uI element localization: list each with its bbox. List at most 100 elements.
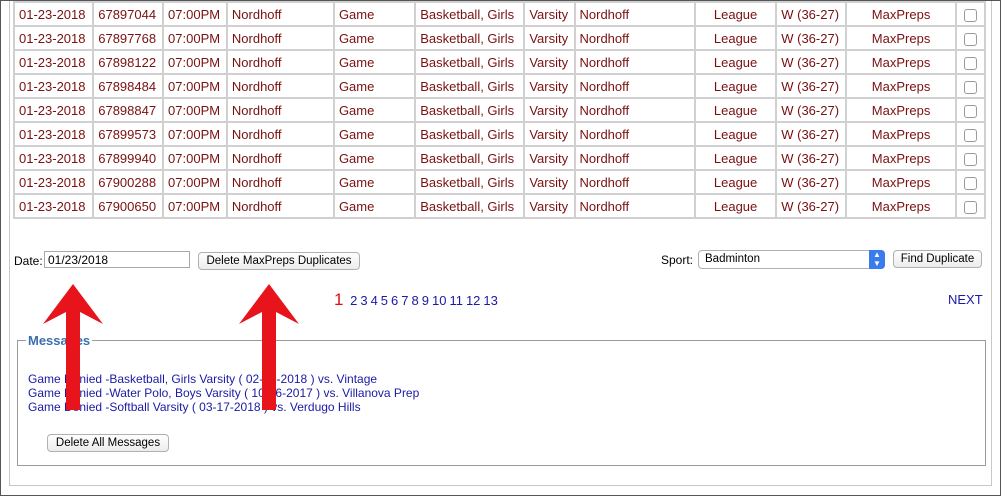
table-row: 01-23-2018 67899940 07:00PM Nordhoff Game Bas…	[15, 147, 984, 169]
table-row: 01-23-2018 67897768 07:00PM Nordhoff Game Bas…	[15, 27, 984, 49]
cell-game-id: 67897768	[94, 27, 163, 49]
cell-opponent: Nordhoff	[575, 123, 694, 145]
cell-result: W (36-27)	[777, 171, 845, 193]
cell-type: Game	[334, 195, 415, 217]
cell-time: 07:00PM	[164, 75, 226, 97]
cell-result: W (36-27)	[777, 147, 845, 169]
table-row: 01-23-2018 67900650 07:00PM Nordhoff Game Bas…	[15, 195, 984, 217]
cell-result: W (36-27)	[777, 27, 845, 49]
delete-all-messages-button[interactable]: Delete All Messages	[47, 434, 169, 452]
cell-result: W (36-27)	[777, 51, 845, 73]
cell-category: League	[695, 195, 776, 217]
cell-source: MaxPreps	[847, 51, 956, 73]
page-link[interactable]: 11	[449, 293, 463, 308]
cell-source: MaxPreps	[847, 195, 956, 217]
cell-source: MaxPreps	[847, 171, 956, 193]
cell-select	[957, 171, 984, 193]
next-link[interactable]: NEXT	[948, 292, 983, 307]
cell-level: Varsity	[525, 99, 574, 121]
cell-select	[957, 99, 984, 121]
cell-sport: Basketball, Girls	[416, 3, 524, 25]
cell-level: Varsity	[525, 123, 574, 145]
sport-select[interactable]: Badminton ▲ ▼	[698, 250, 885, 269]
games-table: 01-23-2018 67897044 07:00PM Nordhoff Game Bas…	[13, 1, 986, 219]
cell-select	[957, 27, 984, 49]
cell-result: W (36-27)	[777, 195, 845, 217]
delete-maxpreps-duplicates-button[interactable]: Delete MaxPreps Duplicates	[198, 252, 360, 270]
page-link[interactable]: 8	[412, 293, 419, 308]
cell-select	[957, 75, 984, 97]
cell-select	[957, 195, 984, 217]
cell-source: MaxPreps	[847, 147, 956, 169]
page-link[interactable]: 10	[432, 293, 446, 308]
row-checkbox[interactable]	[964, 176, 978, 190]
cell-select	[957, 123, 984, 145]
date-label: Date:	[14, 254, 43, 268]
cell-select	[957, 147, 984, 169]
cell-type: Game	[334, 75, 415, 97]
cell-level: Varsity	[525, 27, 574, 49]
page-link[interactable]: 13	[483, 293, 497, 308]
cell-game-id: 67900650	[94, 195, 163, 217]
annotation-arrow-icon	[239, 284, 299, 410]
row-checkbox[interactable]	[964, 104, 978, 118]
cell-category: League	[695, 171, 776, 193]
cell-sport: Basketball, Girls	[416, 99, 524, 121]
cell-level: Varsity	[525, 171, 574, 193]
cell-opponent: Nordhoff	[575, 27, 694, 49]
cell-source: MaxPreps	[847, 3, 956, 25]
row-checkbox[interactable]	[964, 32, 978, 46]
cell-source: MaxPreps	[847, 123, 956, 145]
cell-category: League	[695, 147, 776, 169]
cell-date: 01-23-2018	[15, 27, 93, 49]
cell-category: League	[695, 27, 776, 49]
find-duplicate-button[interactable]: Find Duplicate	[893, 250, 982, 268]
cell-location: Nordhoff	[227, 123, 333, 145]
row-checkbox[interactable]	[964, 8, 978, 22]
date-input[interactable]: 01/23/2018	[44, 251, 190, 268]
cell-level: Varsity	[525, 51, 574, 73]
row-checkbox[interactable]	[964, 80, 978, 94]
page-link[interactable]: 6	[391, 293, 398, 308]
cell-game-id: 67898484	[94, 75, 163, 97]
cell-date: 01-23-2018	[15, 147, 93, 169]
games-table-body: 01-23-2018 67897044 07:00PM Nordhoff Game Bas…	[15, 3, 984, 217]
page-link[interactable]: 4	[371, 293, 378, 308]
page-link[interactable]: 9	[422, 293, 429, 308]
cell-sport: Basketball, Girls	[416, 171, 524, 193]
page-link[interactable]: 2	[350, 293, 357, 308]
cell-location: Nordhoff	[227, 195, 333, 217]
page-link[interactable]: 12	[466, 293, 480, 308]
cell-location: Nordhoff	[227, 147, 333, 169]
row-checkbox[interactable]	[964, 152, 978, 166]
cell-time: 07:00PM	[164, 27, 226, 49]
cell-result: W (36-27)	[777, 123, 845, 145]
cell-source: MaxPreps	[847, 99, 956, 121]
cell-type: Game	[334, 3, 415, 25]
annotation-arrow-icon	[43, 284, 103, 410]
cell-time: 07:00PM	[164, 171, 226, 193]
row-checkbox[interactable]	[964, 56, 978, 70]
cell-date: 01-23-2018	[15, 51, 93, 73]
cell-level: Varsity	[525, 3, 574, 25]
cell-level: Varsity	[525, 147, 574, 169]
sport-select-value: Badminton	[705, 253, 760, 265]
page-link[interactable]: 7	[401, 293, 408, 308]
page-link[interactable]: 5	[381, 293, 388, 308]
pagination: 1 2 3 4 5 6 7 8 9 10 11 12 13	[334, 290, 504, 310]
cell-category: League	[695, 123, 776, 145]
cell-opponent: Nordhoff	[575, 3, 694, 25]
cell-game-id: 67899940	[94, 147, 163, 169]
table-row: 01-23-2018 67898484 07:00PM Nordhoff Game Bas…	[15, 75, 984, 97]
cell-category: League	[695, 99, 776, 121]
cell-category: League	[695, 3, 776, 25]
row-checkbox[interactable]	[964, 128, 978, 142]
table-row: 01-23-2018 67900288 07:00PM Nordhoff Game Bas…	[15, 171, 984, 193]
page-current: 1	[334, 290, 344, 309]
cell-result: W (36-27)	[777, 75, 845, 97]
cell-sport: Basketball, Girls	[416, 27, 524, 49]
cell-opponent: Nordhoff	[575, 195, 694, 217]
row-checkbox[interactable]	[964, 200, 978, 214]
page-link[interactable]: 3	[360, 293, 367, 308]
table-row: 01-23-2018 67899573 07:00PM Nordhoff Game Bas…	[15, 123, 984, 145]
